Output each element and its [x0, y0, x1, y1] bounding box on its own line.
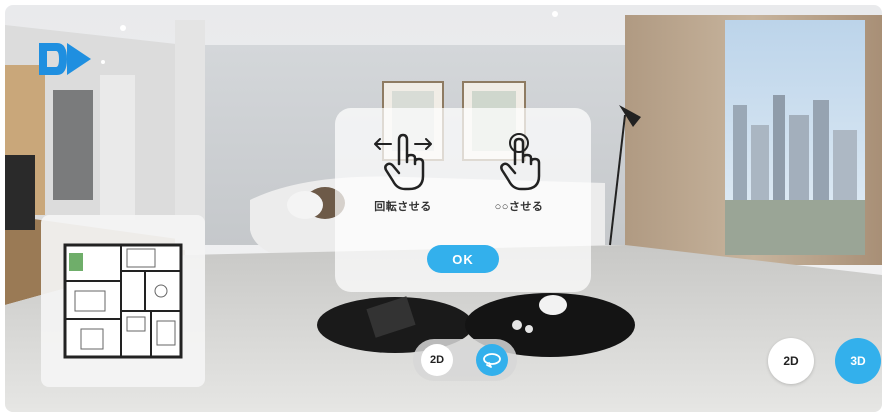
gesture-guide: 回転させる ○○させる OK [335, 108, 591, 292]
view-2d-button[interactable]: 2D [768, 338, 814, 384]
swipe-hand-icon [374, 133, 432, 191]
zoom-label: ○○させる [494, 201, 544, 213]
dp-logo [39, 43, 91, 75]
rotate-mode-button[interactable] [476, 344, 508, 376]
mode-toggle: 2D [413, 339, 517, 381]
zoom-gesture: ○○させる [459, 132, 579, 214]
floorplan-drawing [63, 243, 183, 359]
panorama-viewer[interactable]: 回転させる ○○させる OK 2D 2D 3D [5, 5, 882, 412]
rotate-gesture: 回転させる [343, 132, 463, 214]
tap-hand-icon [500, 133, 541, 191]
rotate-label: 回転させる [374, 201, 432, 213]
view-3d-button[interactable]: 3D [835, 338, 881, 384]
ok-button[interactable]: OK [427, 245, 499, 273]
rotate-icon [483, 353, 501, 368]
floorplan-thumbnail[interactable] [41, 215, 205, 387]
toggle-2d-button[interactable]: 2D [421, 344, 453, 376]
